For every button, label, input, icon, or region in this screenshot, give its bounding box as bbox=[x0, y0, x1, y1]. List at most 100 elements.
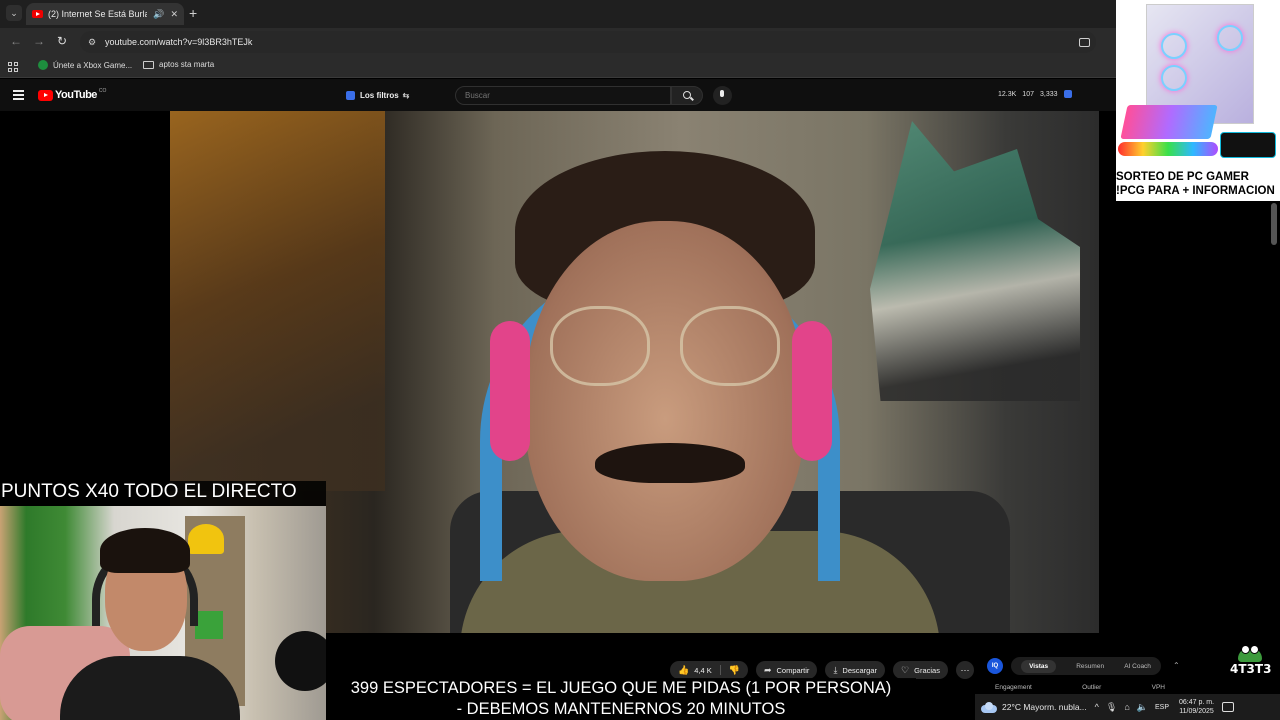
browser-tab-active[interactable]: (2) Internet Se Está Burlando 🔊 ✕ bbox=[26, 3, 184, 25]
search-icon bbox=[683, 91, 691, 99]
country-code: CO bbox=[98, 88, 107, 94]
glasses-lens-left bbox=[550, 306, 650, 386]
extension-icon bbox=[346, 90, 355, 100]
cast-icon[interactable] bbox=[1079, 38, 1090, 47]
filters-button[interactable]: Los filtros ⇆ bbox=[346, 87, 409, 103]
streamer-hair bbox=[100, 528, 190, 573]
weather-cloud-icon[interactable] bbox=[981, 701, 997, 713]
fan-icon bbox=[1217, 25, 1243, 51]
youtube-logo[interactable]: YouTube CO bbox=[38, 88, 107, 101]
points-banner: PUNTOS X40 TODO EL DIRECTO bbox=[0, 481, 326, 506]
clock-date: 11/09/2025 bbox=[1179, 708, 1214, 715]
bookmarks-bar: Únete a Xbox Game... aptos sta marta bbox=[0, 56, 1116, 78]
subtitle-line-2: - DEBEMOS MANTENERNOS 20 MINUTOS bbox=[326, 699, 916, 720]
mouse-pad-image bbox=[1220, 132, 1276, 158]
rgb-keyboard-image bbox=[1120, 105, 1218, 139]
weather-text[interactable]: 22°C Mayorm. nubla... bbox=[1002, 702, 1087, 712]
like-dislike-pill[interactable]: 👍 4,4 K 👎 bbox=[670, 661, 748, 679]
language-indicator[interactable]: ESP bbox=[1155, 704, 1169, 711]
speaker-icon[interactable]: 🔊 bbox=[153, 9, 164, 20]
system-clock[interactable]: 06:47 p. m. 11/09/2025 bbox=[1179, 698, 1214, 716]
share-label: Compartir bbox=[776, 665, 810, 675]
video-actions-bar: 👍 4,4 K 👎 ➦ Compartir ⤓ Descargar ♡ Grac… bbox=[670, 660, 974, 680]
streamer-body bbox=[60, 656, 240, 720]
scrollbar-thumb[interactable] bbox=[1271, 203, 1277, 245]
youtube-play-icon bbox=[38, 89, 53, 101]
youtube-wordmark: YouTube bbox=[55, 89, 97, 101]
volume-icon[interactable]: 🔈 bbox=[1137, 702, 1148, 713]
bookmark-label: aptos sta marta bbox=[159, 60, 215, 69]
tab-search-chevron-icon[interactable]: ⌄ bbox=[6, 5, 22, 21]
thumbs-down-icon[interactable]: 👎 bbox=[729, 665, 740, 676]
download-label: Descargar bbox=[842, 665, 878, 675]
sliders-icon: ⇆ bbox=[402, 90, 410, 100]
download-icon: ⤓ bbox=[833, 664, 838, 675]
extension-badge-icon[interactable] bbox=[1063, 90, 1072, 98]
count-stat: 3,333 bbox=[1039, 90, 1058, 98]
search-input[interactable] bbox=[455, 86, 671, 105]
filters-label: Los filtros bbox=[360, 90, 399, 100]
voice-search-mic-icon[interactable] bbox=[713, 86, 732, 105]
bookmark-label: Únete a Xbox Game... bbox=[53, 60, 133, 70]
notifications-icon[interactable] bbox=[1222, 702, 1235, 712]
youtube-favicon-icon bbox=[32, 10, 43, 18]
search-button[interactable] bbox=[671, 86, 703, 105]
back-arrow-icon[interactable]: ← bbox=[10, 34, 22, 48]
thanks-label: Gracias bbox=[914, 665, 940, 675]
reload-icon[interactable]: ↻ bbox=[57, 34, 67, 48]
folder-icon bbox=[143, 60, 154, 69]
bookmark-folder-aptos[interactable]: aptos sta marta bbox=[143, 60, 214, 69]
fan-icon bbox=[1161, 33, 1187, 59]
webcam-overlay bbox=[0, 506, 326, 720]
microphone bbox=[275, 631, 326, 691]
label-vph: VPH bbox=[1151, 684, 1165, 691]
youtube-header: YouTube CO Los filtros ⇆ 12.3K 107 3,333 bbox=[0, 79, 1116, 111]
channel-logo: 4T3T3 bbox=[1230, 645, 1272, 678]
streamer-mustache bbox=[595, 443, 745, 483]
wall-poster bbox=[170, 111, 385, 491]
system-taskbar: 22°C Mayorm. nubla... ^ 🎙 ⌂ 🔈 ESP 06:47 … bbox=[975, 694, 1280, 720]
forward-arrow-icon[interactable]: → bbox=[33, 34, 45, 48]
bookmark-xbox[interactable]: Únete a Xbox Game... bbox=[38, 60, 132, 70]
label-engagement: Engagement bbox=[995, 684, 1032, 691]
tab-vistas[interactable]: Vistas bbox=[1021, 659, 1057, 673]
streamer-face bbox=[525, 221, 805, 581]
fan-icon bbox=[1161, 65, 1187, 91]
chevron-up-icon[interactable]: ^ bbox=[1095, 702, 1099, 712]
tab-ai-coach[interactable]: AI Coach bbox=[1124, 663, 1151, 670]
menu-hamburger-icon[interactable] bbox=[13, 90, 24, 102]
divider bbox=[719, 665, 721, 675]
more-actions-button[interactable]: ⋯ bbox=[955, 661, 974, 679]
network-icon[interactable]: ⌂ bbox=[1124, 702, 1129, 712]
apps-grid-icon[interactable] bbox=[8, 62, 18, 72]
tab-resumen[interactable]: Resumen bbox=[1076, 663, 1104, 670]
like-count: 4,4 K bbox=[694, 665, 712, 675]
channel-logo-text: 4T3T3 bbox=[1230, 662, 1272, 676]
share-button[interactable]: ➦ Compartir bbox=[755, 661, 818, 679]
microphone-icon[interactable]: 🎙 bbox=[1106, 702, 1117, 713]
download-button[interactable]: ⤓ Descargar bbox=[825, 661, 886, 679]
new-tab-button[interactable]: + bbox=[189, 5, 197, 21]
share-icon: ➦ bbox=[763, 664, 772, 675]
analytics-labels: Engagement Outlier VPH bbox=[995, 684, 1165, 691]
thumbs-up-icon[interactable]: 👍 bbox=[678, 665, 689, 676]
url-text[interactable]: youtube.com/watch?v=9l3BR3hTEJk bbox=[105, 37, 252, 47]
site-settings-icon[interactable]: ⚙ bbox=[88, 37, 98, 48]
analytics-tabs: Vistas Resumen AI Coach bbox=[1011, 657, 1161, 675]
headphone-cup-right bbox=[792, 321, 832, 461]
views-stat: 12.3K bbox=[998, 90, 1017, 98]
analytics-logo[interactable]: IQ bbox=[987, 658, 1003, 674]
subtitle-line-1: 399 ESPECTADORES = EL JUEGO QUE ME PIDAS… bbox=[326, 678, 916, 699]
collapse-chevron-icon[interactable]: ⌃ bbox=[1173, 661, 1180, 670]
promo-line-2: !PCG PARA + INFORMACION bbox=[1116, 185, 1275, 197]
thanks-button[interactable]: ♡ Gracias bbox=[893, 661, 948, 679]
label-outlier: Outlier bbox=[1082, 684, 1102, 691]
browser-tab-bar: ⌄ (2) Internet Se Está Burlando 🔊 ✕ + bbox=[0, 0, 1280, 28]
promo-text: SORTEO DE PC GAMER !PCG PARA + INFORMACI… bbox=[1116, 170, 1280, 198]
headphone-cup-left bbox=[490, 321, 530, 461]
address-bar[interactable]: ⚙ youtube.com/watch?v=9l3BR3hTEJk bbox=[80, 31, 1096, 53]
xbox-icon bbox=[38, 60, 48, 70]
tab-title: (2) Internet Se Está Burlando bbox=[48, 9, 148, 19]
glasses-lens-right bbox=[680, 306, 780, 386]
close-tab-icon[interactable]: ✕ bbox=[170, 9, 178, 20]
